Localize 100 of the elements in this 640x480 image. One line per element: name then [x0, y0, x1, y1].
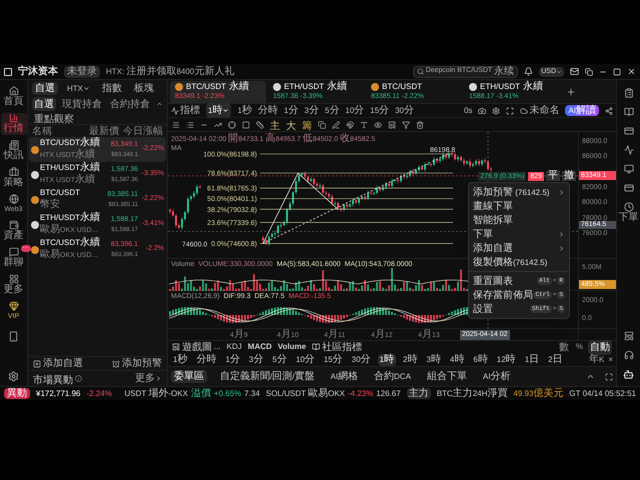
settings-icon[interactable]: [492, 106, 500, 114]
rail-item[interactable]: 資產: [0, 220, 26, 242]
period-option[interactable]: 3時: [424, 354, 443, 366]
settings-icon[interactable]: [8, 371, 19, 382]
interval-option[interactable]: 分時: [258, 103, 278, 118]
indicator-toggle[interactable]: MACD: [248, 341, 272, 353]
headset-icon[interactable]: [624, 350, 634, 360]
maximize-icon[interactable]: [605, 372, 613, 380]
period-option[interactable]: 5分: [270, 354, 289, 366]
panel-tab[interactable]: 組合下單: [424, 370, 470, 383]
panel-icon[interactable]: [624, 126, 634, 136]
panel-tab[interactable]: AI分析: [480, 370, 514, 383]
sub-tab[interactable]: 現貨持倉: [60, 97, 104, 111]
popout-icon[interactable]: [585, 68, 593, 76]
drawing-tool-icon[interactable]: [214, 120, 222, 128]
drawing-tool-icon[interactable]: [332, 120, 340, 128]
add-tab-icon[interactable]: [566, 86, 576, 96]
indicators-button[interactable]: 指標: [171, 103, 200, 118]
column-header[interactable]: 今日漲幅: [123, 124, 163, 138]
layout-dropdown[interactable]: 未命名: [520, 103, 560, 118]
info-icon[interactable]: [75, 375, 82, 382]
period-option[interactable]: 15分: [322, 354, 345, 366]
period-option[interactable]: 1日: [522, 354, 542, 366]
watchlist-tab[interactable]: 指數: [99, 82, 125, 95]
indicator-toggle[interactable]: Volume: [278, 341, 306, 353]
drawing-tool-icon[interactable]: [172, 120, 180, 128]
panel-tab[interactable]: 自定義新聞/回測/實盤: [217, 370, 318, 383]
watchlist-tab[interactable]: 板塊: [131, 82, 157, 95]
maximize-icon[interactable]: [613, 68, 621, 76]
drawing-tool-icon[interactable]: [402, 120, 410, 128]
close-position-button[interactable]: 平: [546, 171, 560, 182]
interval-option[interactable]: 5分: [324, 103, 340, 118]
drawing-tool-icon[interactable]: [186, 120, 194, 128]
panel-icon[interactable]: [624, 183, 634, 193]
menu-item[interactable]: 智能拆單: [469, 213, 569, 227]
panel-tab[interactable]: 委單區: [171, 370, 207, 383]
drawing-tool-icon[interactable]: [318, 120, 326, 128]
period-option[interactable]: 10分: [294, 354, 317, 366]
add-alert-button[interactable]: 添加預警: [112, 356, 162, 371]
drawing-tool-icon[interactable]: [346, 120, 354, 128]
drawing-tool-icon[interactable]: [388, 120, 396, 128]
scale-option[interactable]: %: [574, 341, 585, 353]
menu-item[interactable]: 添加自選: [469, 241, 569, 255]
indicator-toggle[interactable]: KDJ: [226, 341, 242, 353]
panel-tab[interactable]: AI網格: [327, 370, 362, 383]
menu-item[interactable]: 畫線下單: [469, 199, 569, 213]
interval-option[interactable]: 10分: [345, 103, 364, 118]
template-button[interactable]: 遊戲圖...: [172, 340, 221, 354]
scale-option[interactable]: 數: [556, 340, 571, 354]
watchlist-tab[interactable]: 自選: [32, 82, 58, 95]
drawing-tool-icon[interactable]: [228, 120, 236, 128]
mail-icon[interactable]: [570, 67, 579, 76]
ai-button[interactable]: AI解讀: [565, 105, 599, 116]
period-option[interactable]: 分時: [194, 354, 218, 366]
order-button[interactable]: 下單: [618, 202, 638, 223]
rail-item[interactable]: 更多: [0, 274, 26, 296]
period-option[interactable]: 1秒: [171, 354, 190, 366]
camera-icon[interactable]: [478, 106, 486, 114]
interval-option[interactable]: 1秒: [237, 103, 252, 118]
panel-icon[interactable]: [624, 145, 634, 155]
drawing-tool-icon[interactable]: [374, 120, 382, 128]
drawing-tool-icon[interactable]: [416, 120, 424, 128]
drawing-tool-icon[interactable]: [360, 120, 368, 128]
menu-item[interactable]: 下單: [469, 227, 569, 241]
panel-tab[interactable]: 合約DCA: [371, 370, 414, 383]
sub-tab[interactable]: 自選: [32, 97, 56, 111]
rail-item[interactable]: 策略: [0, 167, 26, 189]
robot-icon[interactable]: [623, 369, 634, 380]
rail-item[interactable]: 行情: [0, 113, 26, 135]
alert-badge[interactable]: 異動: [4, 388, 30, 399]
period-option[interactable]: 2時: [400, 354, 420, 366]
drawing-tool-icon[interactable]: [256, 120, 264, 128]
more-link[interactable]: 更多: [135, 371, 162, 386]
interval-option[interactable]: 3分: [304, 103, 319, 118]
interval-option[interactable]: 1分: [284, 103, 298, 118]
login-button[interactable]: 未登录: [64, 66, 100, 78]
period-option[interactable]: 1時: [378, 354, 396, 366]
period-option[interactable]: 1分: [223, 354, 242, 366]
interval-dropdown[interactable]: 1時: [206, 103, 232, 118]
panel-icon[interactable]: [624, 164, 634, 174]
phone-icon[interactable]: [8, 331, 19, 342]
period-option[interactable]: 30分: [350, 354, 373, 366]
bell-icon[interactable]: [524, 67, 534, 76]
panel-icon[interactable]: [624, 107, 634, 117]
column-header[interactable]: 最新價: [89, 124, 119, 138]
period-option[interactable]: 2日: [546, 354, 565, 366]
expand-icon[interactable]: [586, 372, 595, 381]
period-option[interactable]: ×: [608, 354, 613, 366]
scale-option[interactable]: 自動: [588, 340, 612, 354]
period-option[interactable]: 6時: [471, 354, 490, 366]
watchlist-tab[interactable]: HTX: [64, 82, 93, 95]
interval-option[interactable]: 15分: [370, 103, 390, 118]
rail-item[interactable]: 快訊: [0, 140, 26, 162]
column-header[interactable]: 名稱: [32, 124, 52, 138]
period-option[interactable]: 4時: [448, 354, 466, 366]
drawing-tool-icon[interactable]: [242, 120, 250, 128]
period-option[interactable]: 12時: [494, 354, 518, 366]
close-icon[interactable]: [627, 67, 636, 76]
sub-tab[interactable]: 合約持倉: [108, 97, 152, 111]
community-indicators-button[interactable]: 社區指標: [312, 340, 362, 354]
